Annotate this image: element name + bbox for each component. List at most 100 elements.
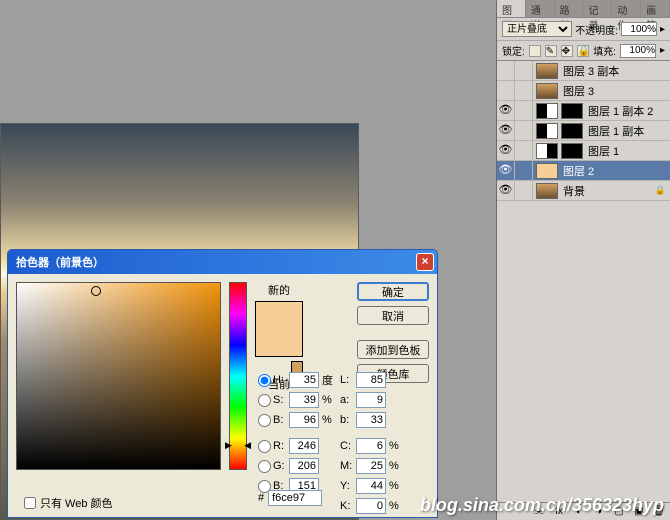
add-swatch-button[interactable]: 添加到色板 [357,340,429,359]
cancel-button[interactable]: 取消 [357,306,429,325]
b-radio[interactable] [258,414,271,427]
layer-row[interactable]: 👁 图层 1 [497,141,670,161]
link-col[interactable] [515,101,533,120]
layer-thumb[interactable] [536,143,558,159]
layer-thumb[interactable] [536,103,558,119]
s-radio[interactable] [258,394,271,407]
k-label: K: [340,500,356,512]
layer-name-label[interactable]: 图层 1 副本 2 [586,103,670,119]
h-radio[interactable] [258,374,271,387]
tab-actions[interactable]: 动作 [612,0,641,17]
fill-label: 填充: [593,43,616,58]
a-label: a: [340,394,356,406]
layer-thumb[interactable] [536,123,558,139]
layer-row[interactable]: 👁 图层 1 副本 [497,121,670,141]
layer-name-label[interactable]: 图层 1 副本 [586,123,670,139]
r-input[interactable] [289,438,319,454]
color-picker-title: 拾色器（前景色） [16,254,104,270]
watermark: blog.sina.com.cn/356323hyp [420,495,664,516]
tab-channels[interactable]: 通道 [526,0,555,17]
visibility-eye-icon[interactable]: 👁 [497,161,515,180]
lab-b-label: b: [340,414,356,426]
g-radio[interactable] [258,460,271,473]
lock-transparent-icon[interactable] [529,45,541,57]
lock-paint-icon[interactable]: ✎ [545,45,557,57]
layer-mask-thumb[interactable] [561,123,583,139]
g-input[interactable] [289,458,319,474]
hash-label: # [258,492,264,504]
ok-button[interactable]: 确定 [357,282,429,301]
hue-slider[interactable]: ▶◀ [229,282,247,470]
color-picker-titlebar[interactable]: 拾色器（前景色） × [8,250,437,274]
fill-input[interactable] [620,44,656,58]
new-color-label: 新的 [268,282,290,298]
y-input[interactable] [356,478,386,494]
layer-thumb[interactable] [536,83,558,99]
a-input[interactable] [356,392,386,408]
web-only-checkbox[interactable] [24,497,36,509]
r-radio[interactable] [258,440,271,453]
opacity-input[interactable] [621,22,657,36]
blend-mode-select[interactable]: 正片叠底 [502,21,572,37]
visibility-eye-icon[interactable]: 👁 [497,121,515,140]
c-input[interactable] [356,438,386,454]
k-input[interactable] [356,498,386,514]
lab-b-input[interactable] [356,412,386,428]
visibility-eye-icon[interactable] [497,61,515,80]
gradient-cursor-icon[interactable] [91,286,101,296]
tab-paths[interactable]: 路径 [555,0,584,17]
layer-name-label[interactable]: 图层 3 [561,83,670,99]
visibility-eye-icon[interactable]: 👁 [497,181,515,200]
visibility-eye-icon[interactable]: 👁 [497,101,515,120]
layer-thumb[interactable] [536,183,558,199]
layer-thumb[interactable] [536,63,558,79]
l-input[interactable] [356,372,386,388]
lock-move-icon[interactable]: ✥ [561,45,573,57]
s-input[interactable] [289,392,319,408]
link-col[interactable] [515,61,533,80]
y-label: Y: [340,480,356,492]
layer-row[interactable]: 👁 图层 1 副本 2 [497,101,670,121]
layer-name-label[interactable]: 图层 3 副本 [561,63,670,79]
layer-mask-thumb[interactable] [561,103,583,119]
h-unit: 度 [322,372,336,388]
layer-name-label[interactable]: 图层 1 [586,143,670,159]
opacity-label: 不透明度: [575,22,618,37]
link-col[interactable] [515,121,533,140]
link-col[interactable] [515,161,533,180]
layer-name-label[interactable]: 背景 [561,183,655,199]
link-col[interactable] [515,181,533,200]
visibility-eye-icon[interactable] [497,81,515,100]
web-only-row: 只有 Web 颜色 [24,495,113,511]
lock-icon: 🔒 [655,185,666,196]
m-label: M: [340,460,356,472]
hsb-rgb-group: H:度 S:% B:% R: G: B: [258,370,336,496]
m-input[interactable] [356,458,386,474]
hex-input[interactable] [268,490,322,506]
b-input[interactable] [289,412,319,428]
chevron-down-icon[interactable]: ▸ [660,45,665,56]
layer-row[interactable]: 👁 背景 🔒 [497,181,670,201]
chevron-down-icon[interactable]: ▸ [660,24,665,35]
h-label: H: [273,374,289,386]
lock-all-icon[interactable]: 🔒 [577,45,589,57]
new-color-swatch [255,301,303,357]
visibility-eye-icon[interactable]: 👁 [497,141,515,160]
color-gradient-field[interactable] [16,282,221,470]
tab-history[interactable]: 记录 [583,0,612,17]
tab-brushes[interactable]: 画笔 [641,0,670,17]
color-picker-dialog: 拾色器（前景色） × ▶◀ 新的 当前 确定 取消 添加到色板 颜色库 H:度 … [7,249,438,518]
hue-slider-handle-icon[interactable]: ▶◀ [225,440,251,451]
link-col[interactable] [515,81,533,100]
layer-row[interactable]: 图层 3 副本 [497,61,670,81]
h-input[interactable] [289,372,319,388]
layer-thumb[interactable] [536,163,558,179]
b-label: B: [273,414,289,426]
layer-row[interactable]: 图层 3 [497,81,670,101]
layer-name-label[interactable]: 图层 2 [561,163,670,179]
layer-row[interactable]: 👁 图层 2 [497,161,670,181]
layer-mask-thumb[interactable] [561,143,583,159]
close-icon[interactable]: × [416,253,434,271]
link-col[interactable] [515,141,533,160]
tab-layers[interactable]: 图层 [497,0,526,17]
